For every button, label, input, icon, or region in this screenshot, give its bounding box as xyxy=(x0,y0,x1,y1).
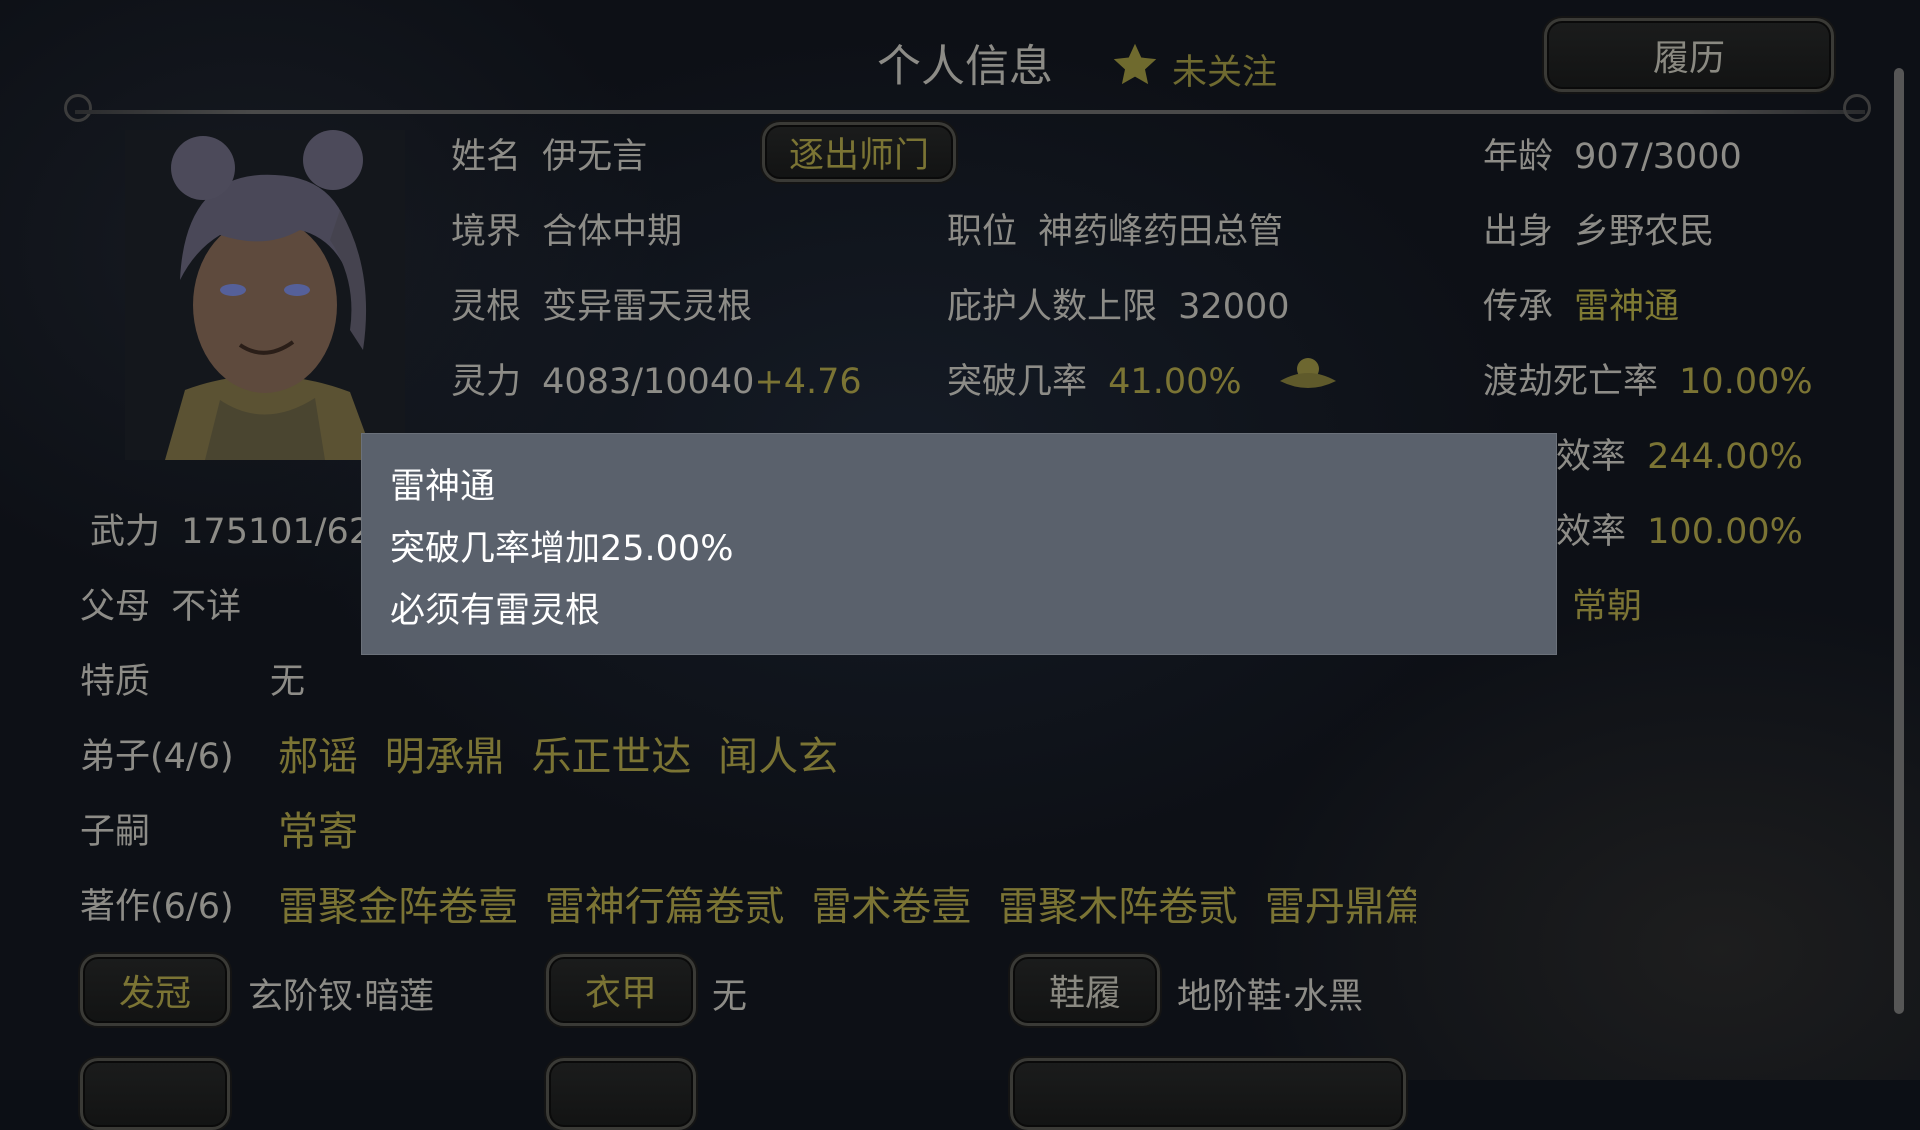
parents-label: 父母 xyxy=(80,587,151,627)
origin-label: 出身 xyxy=(1483,212,1554,252)
efficiency-row-1: 效率 244.00% xyxy=(1556,428,1803,479)
header-divider xyxy=(75,110,1865,114)
disciple-link[interactable]: 明承鼎 xyxy=(385,734,505,780)
heirs-label: 子嗣 xyxy=(80,812,151,852)
parents-row: 父母 不详 xyxy=(80,578,241,629)
slot-button-partial[interactable] xyxy=(80,1058,230,1130)
position-label: 职位 xyxy=(947,212,1018,252)
parents-value: 不详 xyxy=(171,587,242,627)
hair-slot-value: 玄阶钗·暗莲 xyxy=(248,977,435,1017)
efficiency-label-1: 效率 xyxy=(1556,437,1627,477)
origin-value: 乡野农民 xyxy=(1574,212,1715,252)
work-link[interactable]: 雷聚木阵卷贰 xyxy=(998,884,1238,930)
breakthrough-label: 突破几率 xyxy=(947,362,1088,402)
work-link[interactable]: 雷神行篇卷贰 xyxy=(545,884,785,930)
rule-right-ornament xyxy=(1843,94,1871,122)
breakthrough-row: 突破几率 41.00% xyxy=(947,353,1242,404)
root-label: 灵根 xyxy=(451,287,522,327)
disciple-link[interactable]: 郝谣 xyxy=(278,734,358,780)
hair-slot-button[interactable]: 发冠 xyxy=(80,954,230,1026)
force-row: 武力 175101/622 xyxy=(90,503,393,554)
page-title: 个人信息 xyxy=(877,41,1053,92)
disciple-link[interactable]: 闻人玄 xyxy=(718,734,838,780)
disciple-link[interactable]: 乐正世达 xyxy=(531,734,691,780)
spirit-bonus: +4.76 xyxy=(754,362,862,402)
star-icon xyxy=(1113,43,1157,84)
realm-label: 境界 xyxy=(451,212,522,252)
inherit-row: 传承 雷神通 xyxy=(1483,278,1679,329)
disciples-label: 弟子(4/6) xyxy=(80,737,234,777)
expel-button[interactable]: 逐出师门 xyxy=(762,122,956,182)
works-label: 著作(6/6) xyxy=(80,887,234,927)
partner-value[interactable]: 常朝 xyxy=(1572,578,1642,629)
armor-slot-value: 无 xyxy=(712,977,748,1017)
rule-left-ornament xyxy=(64,94,92,122)
root-value: 变异雷天灵根 xyxy=(542,287,753,327)
tooltip-line: 必须有雷灵根 xyxy=(390,591,601,631)
history-button[interactable]: 履历 xyxy=(1544,18,1834,92)
position-row: 职位 神药峰药田总管 xyxy=(947,203,1283,254)
work-link[interactable]: 雷丹鼎篇 xyxy=(1265,884,1416,930)
efficiency-row-2: 效率 100.00% xyxy=(1556,503,1803,554)
realm-row: 境界 合体中期 xyxy=(451,203,682,254)
tribulation-value: 10.00% xyxy=(1679,362,1813,402)
heirs-list: 常寄 xyxy=(278,799,358,857)
follow-toggle[interactable]: 未关注 xyxy=(1110,34,1277,95)
slot-button-partial[interactable] xyxy=(546,1058,696,1130)
work-link[interactable]: 雷术卷壹 xyxy=(811,884,971,930)
age-label: 年龄 xyxy=(1483,137,1554,177)
trait-value: 无 xyxy=(270,662,306,702)
character-portrait xyxy=(125,130,405,460)
spirit-row: 灵力 4083/10040+4.76 xyxy=(451,353,862,404)
shoes-slot-button[interactable]: 鞋履 xyxy=(1010,954,1160,1026)
name-row: 姓名 伊无言 xyxy=(451,128,647,179)
efficiency-value-1: 244.00% xyxy=(1647,437,1803,477)
root-row: 灵根 变异雷天灵根 xyxy=(451,278,752,329)
lotus-icon[interactable] xyxy=(1278,355,1338,395)
works-list: 雷聚金阵卷壹 雷神行篇卷贰 雷术卷壹 雷聚木阵卷贰 雷丹鼎篇 xyxy=(278,874,1416,932)
efficiency-label-2: 效率 xyxy=(1556,512,1627,552)
name-label: 姓名 xyxy=(451,137,522,177)
breakthrough-value: 41.00% xyxy=(1108,362,1242,402)
shelter-label: 庇护人数上限 xyxy=(947,287,1158,327)
age-row: 年龄 907/3000 xyxy=(1483,128,1742,179)
age-value: 907/3000 xyxy=(1574,137,1742,177)
position-value: 神药峰药田总管 xyxy=(1038,212,1284,252)
tooltip-title: 雷神通 xyxy=(390,467,496,507)
origin-row: 出身 乡野农民 xyxy=(1483,203,1714,254)
disciples-list: 郝谣 明承鼎 乐正世达 闻人玄 xyxy=(278,724,838,782)
inherit-value[interactable]: 雷神通 xyxy=(1574,287,1679,327)
name-value: 伊无言 xyxy=(542,137,648,177)
tooltip-line: 突破几率增加25.00% xyxy=(390,529,734,569)
slot-button-partial[interactable] xyxy=(1010,1058,1406,1130)
shelter-value: 32000 xyxy=(1178,287,1290,327)
follow-label: 未关注 xyxy=(1172,53,1278,93)
shoes-slot-value: 地阶鞋·水黑 xyxy=(1177,977,1364,1017)
trait-label: 特质 xyxy=(80,662,151,702)
efficiency-value-2: 100.00% xyxy=(1647,512,1803,552)
armor-slot-button[interactable]: 衣甲 xyxy=(546,954,696,1026)
tribulation-label: 渡劫死亡率 xyxy=(1483,362,1659,402)
tribulation-row: 渡劫死亡率 10.00% xyxy=(1483,353,1813,404)
spirit-label: 灵力 xyxy=(451,362,522,402)
realm-value: 合体中期 xyxy=(542,212,683,252)
inherit-label: 传承 xyxy=(1483,287,1554,327)
spirit-value: 4083/10040 xyxy=(542,362,755,402)
inheritance-tooltip: 雷神通 突破几率增加25.00% 必须有雷灵根 xyxy=(362,434,1556,654)
work-link[interactable]: 雷聚金阵卷壹 xyxy=(278,884,518,930)
force-label: 武力 xyxy=(90,512,161,552)
shelter-row: 庇护人数上限 32000 xyxy=(947,278,1290,329)
scrollbar[interactable] xyxy=(1894,68,1904,1014)
heir-link[interactable]: 常寄 xyxy=(278,809,358,855)
